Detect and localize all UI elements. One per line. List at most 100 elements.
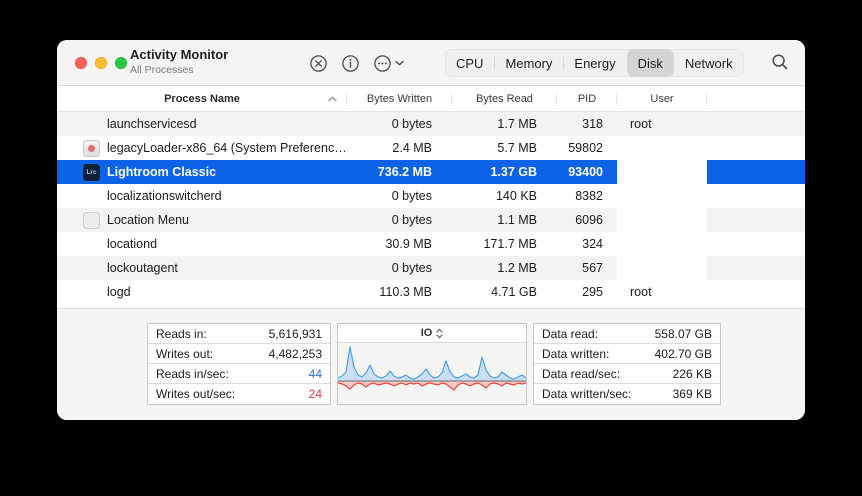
row-filler: [707, 112, 805, 136]
bytes-written-cell: 0 bytes: [391, 117, 432, 131]
stat-row: Reads in: 5,616,931: [148, 324, 330, 344]
window-title: Activity Monitor: [130, 47, 229, 62]
view-tabs: CPU Memory Energy Disk Network: [445, 49, 744, 77]
column-header-filler: [707, 86, 805, 111]
stat-value: 5,616,931: [268, 326, 322, 341]
stat-row: Writes out/sec: 24: [148, 384, 330, 404]
chart-header: IO: [338, 324, 526, 343]
tab-cpu[interactable]: CPU: [445, 49, 494, 77]
table-row[interactable]: localizationswitcherd 0 bytes 140 KB 8382: [57, 184, 805, 208]
tab-energy[interactable]: Energy: [563, 49, 626, 77]
search-button[interactable]: [771, 53, 789, 74]
process-name: launchservicesd: [107, 117, 197, 131]
process-name-cell: localizationswitcherd: [57, 184, 347, 208]
bytes-written-cell: 0 bytes: [391, 213, 432, 227]
tab-memory[interactable]: Memory: [494, 49, 563, 77]
pid-cell: 324: [582, 237, 603, 251]
process-name-cell: logd: [57, 280, 347, 304]
stat-row: Data written: 402.70 GB: [534, 344, 720, 364]
bytes-read-cell: 140 KB: [495, 189, 537, 203]
column-header-process-name[interactable]: Process Name: [57, 86, 347, 111]
row-filler: [707, 208, 805, 232]
stat-label: Data read/sec:: [542, 366, 621, 381]
bytes-written-cell: 0 bytes: [391, 261, 432, 275]
table-row[interactable]: launchservicesd 0 bytes 1.7 MB 318 root: [57, 112, 805, 136]
bytes-read-cell: 1.7 MB: [497, 117, 537, 131]
minimize-window-button[interactable]: [95, 57, 107, 69]
process-name-cell: Lrc Lightroom Classic: [57, 160, 347, 184]
traffic-lights: [75, 57, 127, 69]
title-block: Activity Monitor All Processes: [130, 47, 228, 76]
legacy-app-icon: [83, 139, 100, 157]
inspect-process-icon: [342, 54, 359, 72]
column-header-user[interactable]: User: [617, 86, 707, 111]
process-name-cell: legacyLoader-x86_64 (System Preferenc…: [57, 136, 347, 160]
bytes-written-cell: 0 bytes: [391, 189, 432, 203]
zoom-window-button[interactable]: [115, 57, 127, 69]
io-chart: [338, 343, 526, 403]
process-name: logd: [107, 285, 131, 299]
stop-process-icon: [310, 54, 327, 72]
stat-row: Data written/sec: 369 KB: [534, 384, 720, 404]
stat-label: Writes out/sec:: [156, 387, 236, 401]
process-table-body: launchservicesd 0 bytes 1.7 MB 318 root legac…: [57, 112, 805, 304]
table-header: Process Name Bytes Written Bytes Read PI…: [57, 86, 805, 112]
tab-network[interactable]: Network: [674, 49, 744, 77]
chart-title: IO: [420, 327, 433, 339]
lightroom-app-icon: Lrc: [83, 163, 100, 181]
up-down-chevrons-icon: [436, 328, 443, 338]
stat-value: 24: [308, 387, 322, 401]
close-window-button[interactable]: [75, 57, 87, 69]
tab-disk[interactable]: Disk: [626, 49, 674, 77]
process-name-cell: lockoutagent: [57, 256, 347, 280]
stat-row: Reads in/sec: 44: [148, 364, 330, 384]
row-filler: [707, 280, 805, 304]
sort-ascending-icon: [328, 96, 337, 101]
bottom-panel: Reads in: 5,616,931 Writes out: 4,482,25…: [57, 308, 805, 420]
table-row[interactable]: locationd 30.9 MB 171.7 MB 324: [57, 232, 805, 256]
row-filler: [707, 136, 805, 160]
table-row[interactable]: lockoutagent 0 bytes 1.2 MB 567: [57, 256, 805, 280]
bytes-read-cell: 1.2 MB: [497, 261, 537, 275]
table-row[interactable]: legacyLoader-x86_64 (System Preferenc… 2.…: [57, 136, 805, 160]
bytes-read-cell: 1.1 MB: [497, 213, 537, 227]
process-name-cell: Location Menu: [57, 208, 347, 232]
chart-mode-picker[interactable]: IO: [421, 327, 444, 339]
data-totals-box: Data read: 558.07 GB Data written: 402.7…: [533, 323, 721, 405]
user-cell: root: [630, 285, 652, 299]
stat-value: 4,482,253: [268, 346, 322, 361]
table-row[interactable]: Lrc Lightroom Classic 736.2 MB 1.37 GB 93400: [57, 160, 805, 184]
user-cell: [617, 160, 707, 184]
column-header-bytes-written[interactable]: Bytes Written: [347, 86, 452, 111]
generic-app-icon: [83, 211, 100, 229]
column-header-label: Process Name: [164, 92, 240, 105]
user-cell: [617, 232, 707, 256]
column-header-bytes-read[interactable]: Bytes Read: [452, 86, 557, 111]
process-name: Lightroom Classic: [107, 165, 217, 179]
more-options-button[interactable]: [373, 54, 404, 73]
toolbar-buttons: [309, 52, 404, 74]
pid-cell: 93400: [568, 165, 603, 179]
stat-row: Data read/sec: 226 KB: [534, 364, 720, 384]
row-filler: [707, 256, 805, 280]
stop-process-button[interactable]: [309, 54, 328, 73]
column-header-pid[interactable]: PID: [557, 86, 617, 111]
window-subtitle: All Processes: [130, 64, 194, 76]
process-name: Location Menu: [107, 213, 190, 227]
inspect-process-button[interactable]: [341, 54, 360, 73]
table-row[interactable]: Location Menu 0 bytes 1.1 MB 6096: [57, 208, 805, 232]
titlebar[interactable]: Activity Monitor All Processes CPU Memor…: [57, 40, 805, 86]
bytes-written-cell: 736.2 MB: [377, 165, 432, 179]
user-cell: [617, 208, 707, 232]
stat-label: Reads in/sec:: [156, 366, 229, 381]
stat-label: Data written/sec:: [542, 387, 632, 401]
table-row[interactable]: logd 110.3 MB 4.71 GB 295 root: [57, 280, 805, 304]
pid-cell: 6096: [575, 213, 603, 227]
stat-row: Data read: 558.07 GB: [534, 324, 720, 344]
stat-label: Reads in:: [156, 326, 207, 341]
no-icon-spacer: [83, 260, 100, 277]
io-chart-box: IO: [337, 323, 527, 405]
process-name: locationd: [107, 237, 158, 251]
bytes-read-cell: 171.7 MB: [483, 237, 537, 251]
pid-cell: 295: [582, 285, 603, 299]
